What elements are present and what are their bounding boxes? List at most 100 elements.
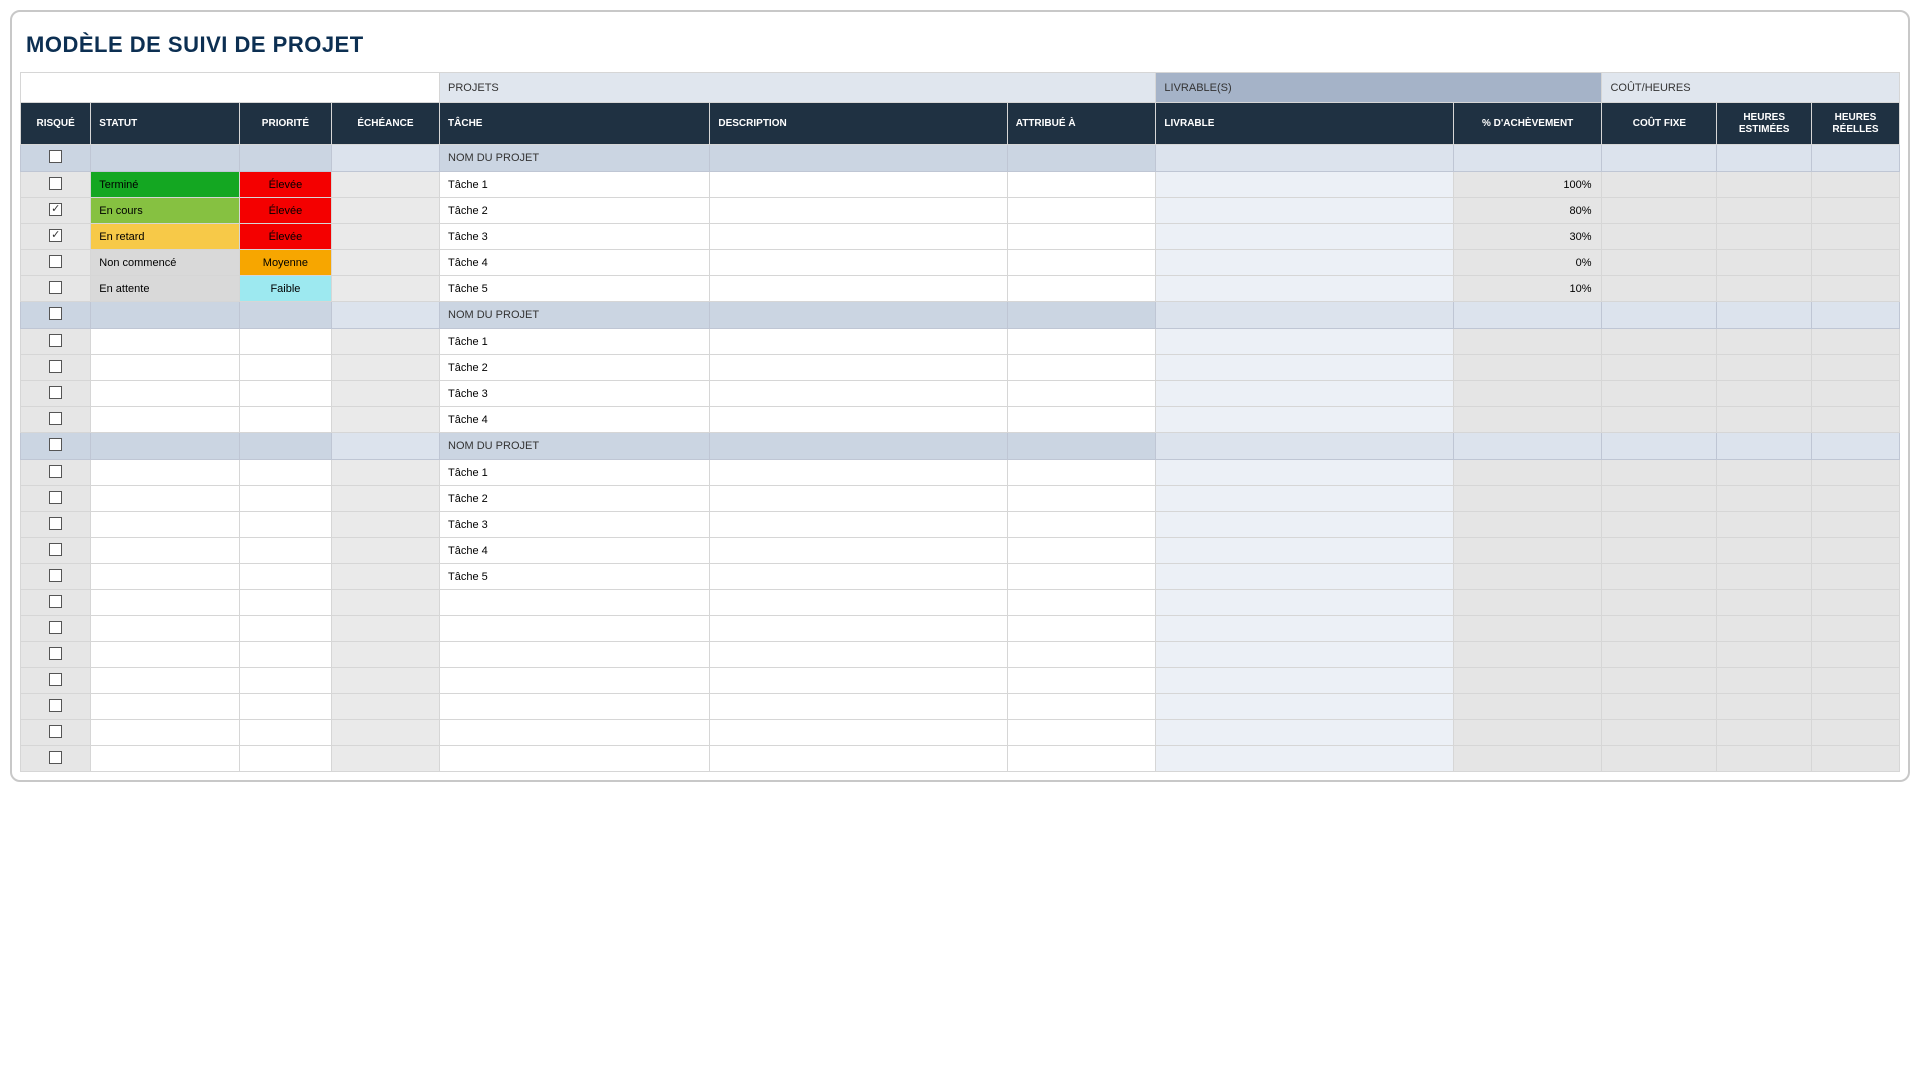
statut-cell[interactable] [91, 590, 240, 616]
cout-cell[interactable] [1602, 198, 1717, 224]
checkbox-icon[interactable] [49, 203, 62, 216]
priorite-cell[interactable]: Élevée [239, 172, 331, 198]
heures-reelles-cell[interactable] [1811, 276, 1899, 302]
checkbox-icon[interactable] [49, 334, 62, 347]
statut-cell[interactable] [91, 355, 240, 381]
description-cell[interactable] [710, 720, 1007, 746]
echeance-cell[interactable] [331, 276, 439, 302]
checkbox-icon[interactable] [49, 255, 62, 268]
tache-cell[interactable]: Tâche 3 [440, 224, 710, 250]
heures-reelles-cell[interactable] [1811, 538, 1899, 564]
livrable-cell[interactable] [1156, 224, 1453, 250]
checkbox-icon[interactable] [49, 725, 62, 738]
pct-cell[interactable] [1453, 642, 1602, 668]
livrable-cell[interactable] [1156, 381, 1453, 407]
priorite-cell[interactable]: Moyenne [239, 250, 331, 276]
echeance-cell[interactable] [331, 407, 439, 433]
pct-cell[interactable] [1453, 668, 1602, 694]
risk-cell[interactable] [21, 224, 91, 250]
livrable-cell[interactable] [1156, 694, 1453, 720]
livrable-cell[interactable] [1156, 746, 1453, 772]
livrable-cell[interactable] [1156, 355, 1453, 381]
description-cell[interactable] [710, 590, 1007, 616]
priorite-cell[interactable]: Élevée [239, 224, 331, 250]
tache-cell[interactable]: Tâche 5 [440, 564, 710, 590]
pct-cell[interactable] [1453, 486, 1602, 512]
echeance-cell[interactable] [331, 668, 439, 694]
heures-est-cell[interactable] [1717, 486, 1812, 512]
attribue-cell[interactable] [1007, 486, 1156, 512]
heures-reelles-cell[interactable] [1811, 642, 1899, 668]
attribue-cell[interactable] [1007, 276, 1156, 302]
heures-est-cell[interactable] [1717, 538, 1812, 564]
pct-cell[interactable] [1453, 590, 1602, 616]
echeance-cell[interactable] [331, 564, 439, 590]
priorite-cell[interactable] [239, 746, 331, 772]
risk-cell[interactable] [21, 460, 91, 486]
heures-est-cell[interactable] [1717, 460, 1812, 486]
attribue-cell[interactable] [1007, 224, 1156, 250]
checkbox-icon[interactable] [49, 281, 62, 294]
heures-est-cell[interactable] [1717, 224, 1812, 250]
livrable-cell[interactable] [1156, 460, 1453, 486]
risk-cell[interactable] [21, 616, 91, 642]
risk-cell[interactable] [21, 590, 91, 616]
priorite-cell[interactable] [239, 381, 331, 407]
heures-reelles-cell[interactable] [1811, 329, 1899, 355]
checkbox-icon[interactable] [49, 229, 62, 242]
checkbox-icon[interactable] [49, 386, 62, 399]
livrable-cell[interactable] [1156, 198, 1453, 224]
priorite-cell[interactable] [239, 538, 331, 564]
livrable-cell[interactable] [1156, 276, 1453, 302]
heures-reelles-cell[interactable] [1811, 616, 1899, 642]
priorite-cell[interactable]: Faible [239, 276, 331, 302]
cout-cell[interactable] [1602, 276, 1717, 302]
cout-cell[interactable] [1602, 355, 1717, 381]
tache-cell[interactable]: Tâche 4 [440, 538, 710, 564]
livrable-cell[interactable] [1156, 329, 1453, 355]
checkbox-icon[interactable] [49, 150, 62, 163]
risk-cell[interactable] [21, 433, 91, 460]
pct-cell[interactable] [1453, 694, 1602, 720]
checkbox-icon[interactable] [49, 177, 62, 190]
tache-cell[interactable]: Tâche 5 [440, 276, 710, 302]
heures-est-cell[interactable] [1717, 276, 1812, 302]
tache-cell[interactable] [440, 668, 710, 694]
tache-cell[interactable]: Tâche 2 [440, 355, 710, 381]
cout-cell[interactable] [1602, 486, 1717, 512]
livrable-cell[interactable] [1156, 407, 1453, 433]
tache-cell[interactable] [440, 720, 710, 746]
heures-reelles-cell[interactable] [1811, 590, 1899, 616]
attribue-cell[interactable] [1007, 642, 1156, 668]
statut-cell[interactable] [91, 746, 240, 772]
tache-cell[interactable]: Tâche 2 [440, 198, 710, 224]
tache-cell[interactable]: Tâche 2 [440, 486, 710, 512]
priorite-cell[interactable] [239, 512, 331, 538]
priorite-cell[interactable] [239, 616, 331, 642]
risk-cell[interactable] [21, 198, 91, 224]
priorite-cell[interactable] [239, 590, 331, 616]
attribue-cell[interactable] [1007, 746, 1156, 772]
project-name-cell[interactable]: NOM DU PROJET [440, 433, 710, 460]
echeance-cell[interactable] [331, 355, 439, 381]
heures-est-cell[interactable] [1717, 642, 1812, 668]
statut-cell[interactable] [91, 512, 240, 538]
checkbox-icon[interactable] [49, 517, 62, 530]
attribue-cell[interactable] [1007, 668, 1156, 694]
statut-cell[interactable] [91, 381, 240, 407]
tache-cell[interactable] [440, 694, 710, 720]
cout-cell[interactable] [1602, 642, 1717, 668]
priorite-cell[interactable] [239, 355, 331, 381]
risk-cell[interactable] [21, 172, 91, 198]
description-cell[interactable] [710, 564, 1007, 590]
echeance-cell[interactable] [331, 172, 439, 198]
heures-reelles-cell[interactable] [1811, 224, 1899, 250]
risk-cell[interactable] [21, 564, 91, 590]
echeance-cell[interactable] [331, 616, 439, 642]
attribue-cell[interactable] [1007, 564, 1156, 590]
statut-cell[interactable]: Terminé [91, 172, 240, 198]
echeance-cell[interactable] [331, 720, 439, 746]
echeance-cell[interactable] [331, 198, 439, 224]
attribue-cell[interactable] [1007, 590, 1156, 616]
cout-cell[interactable] [1602, 329, 1717, 355]
